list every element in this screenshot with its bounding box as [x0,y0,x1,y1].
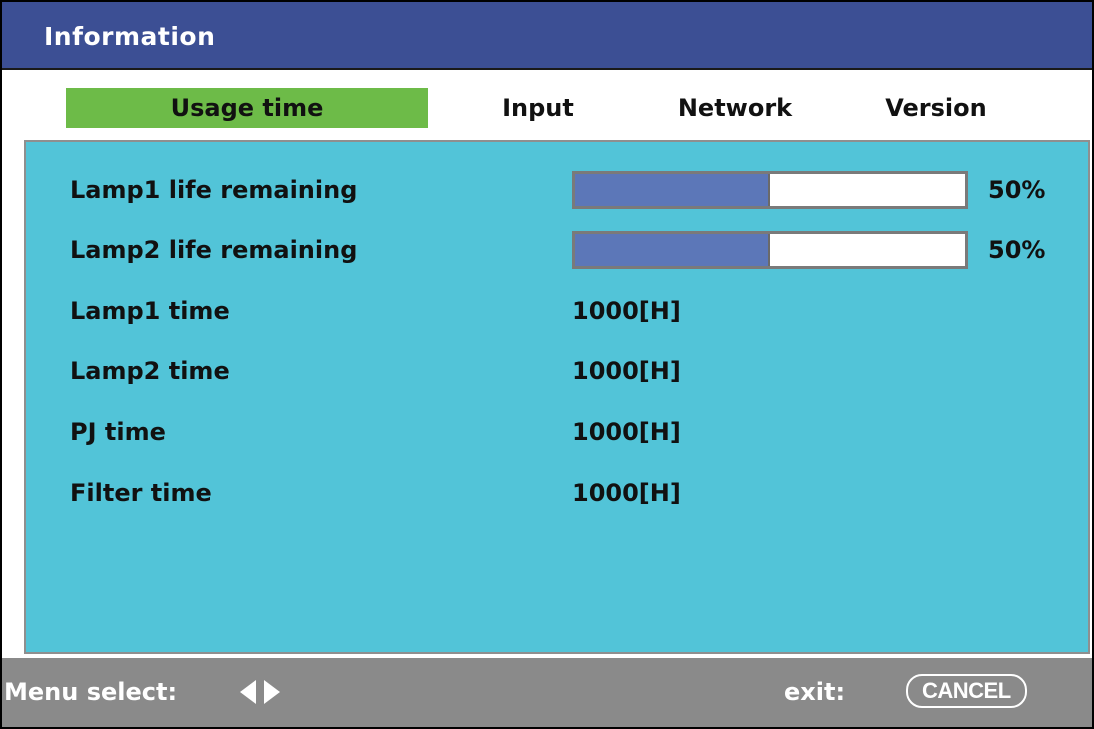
tab-network[interactable]: Network [662,88,808,128]
pj-time-value: 1000[H] [572,418,681,446]
exit-label: exit: [784,678,846,706]
tab-bar: Usage time Input Network Version [2,72,1092,138]
lamp2-time-value: 1000[H] [572,357,681,385]
lamp2-life-bar [572,231,968,269]
filter-time-value: 1000[H] [572,479,681,507]
title-bar: Information [2,2,1092,70]
tab-input[interactable]: Input [488,88,588,128]
lamp2-life-percent: 50% [988,236,1046,264]
lamp1-time-value: 1000[H] [572,297,681,325]
filter-time-label: Filter time [70,479,212,507]
window-title: Information [44,22,216,51]
lamp1-life-bar-fill [575,174,770,206]
lamp1-life-bar [572,171,968,209]
lamp2-life-label: Lamp2 life remaining [70,236,358,264]
pj-time-label: PJ time [70,418,166,446]
cancel-button[interactable]: CANCEL [906,674,1027,708]
footer-bar: Menu select: exit: CANCEL [2,658,1092,727]
information-window: Information Usage time Input Network Ver… [0,0,1094,729]
lamp2-life-bar-fill [575,234,770,266]
lamp2-time-label: Lamp2 time [70,357,230,385]
lamp1-life-percent: 50% [988,176,1046,204]
menu-select-label: Menu select: [4,678,178,706]
usage-time-panel: Lamp1 life remaining 50% Lamp2 life rema… [24,140,1090,654]
tab-usage-time[interactable]: Usage time [66,88,428,128]
lamp1-time-label: Lamp1 time [70,297,230,325]
lamp1-life-label: Lamp1 life remaining [70,176,358,204]
tab-version[interactable]: Version [868,88,1004,128]
left-right-arrows-icon [240,680,280,704]
